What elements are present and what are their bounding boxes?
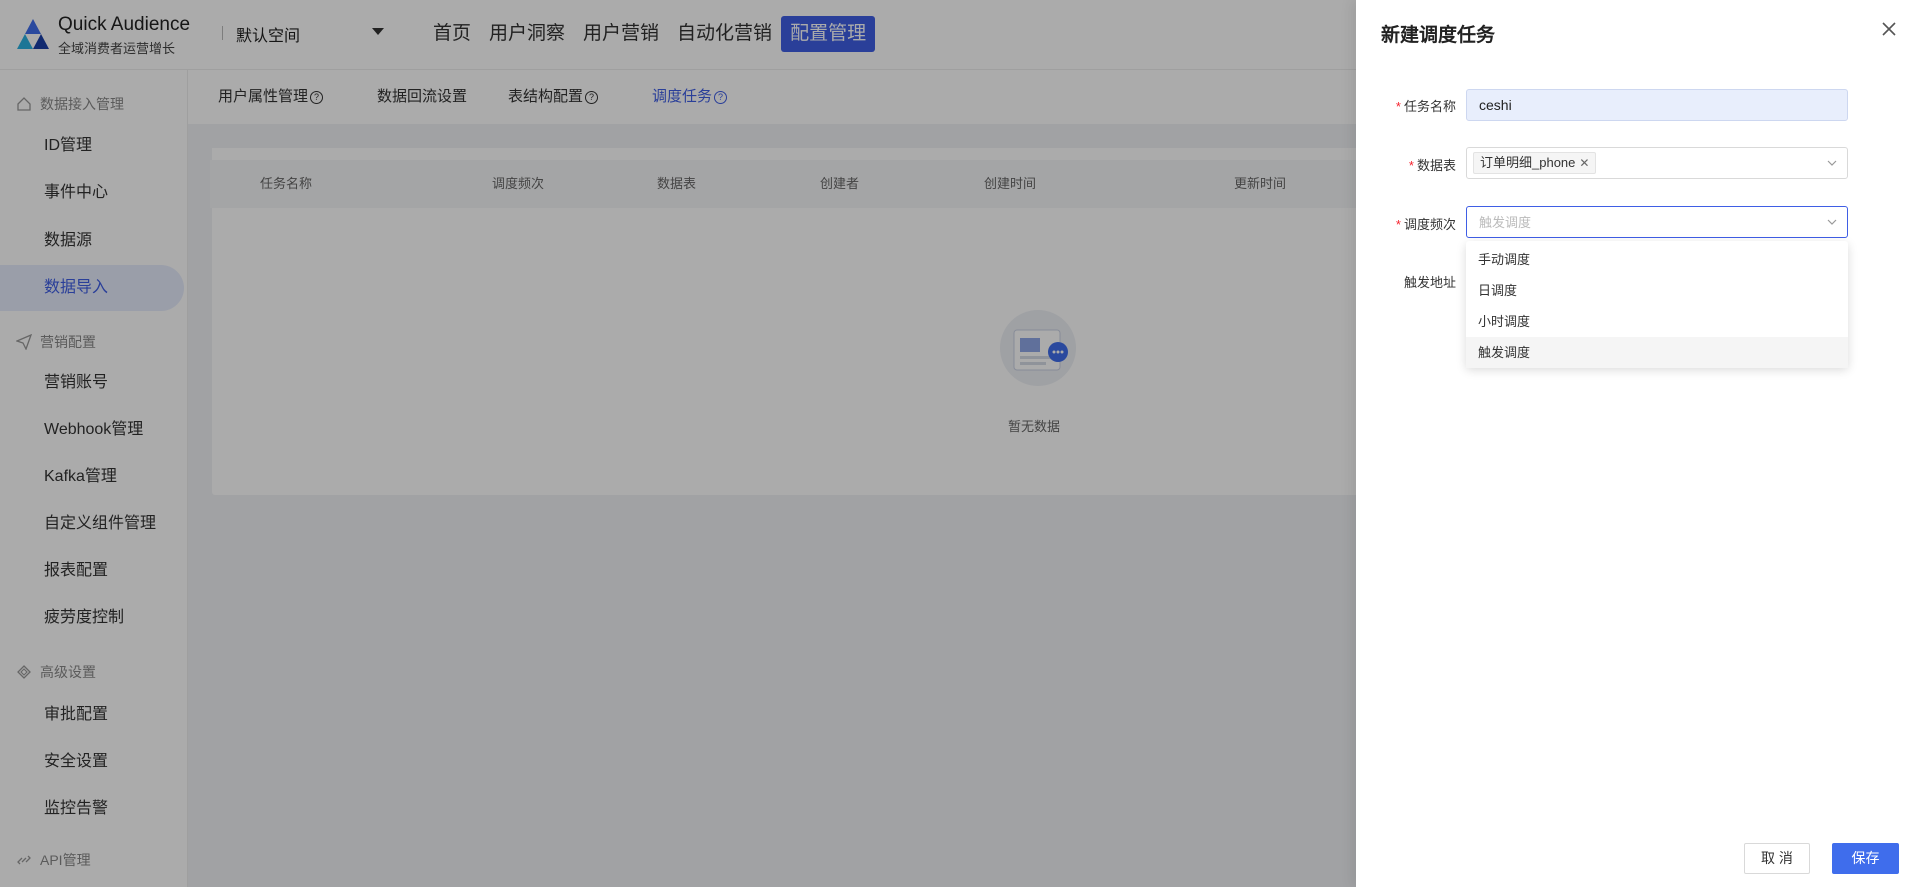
data-table-select[interactable]: 订单明细_phone ✕: [1466, 147, 1848, 179]
task-name-label: * 任务名称: [1395, 99, 1456, 114]
frequency-select[interactable]: 触发调度: [1466, 206, 1848, 238]
close-icon[interactable]: [1880, 20, 1898, 38]
frequency-dropdown: 手动调度 日调度 小时调度 触发调度: [1466, 241, 1848, 368]
option-hourly[interactable]: 小时调度: [1466, 306, 1848, 337]
drawer-title: 新建调度任务: [1381, 25, 1496, 46]
option-daily[interactable]: 日调度: [1466, 275, 1848, 306]
option-manual[interactable]: 手动调度: [1466, 244, 1848, 275]
data-table-label: * 数据表: [1408, 158, 1456, 173]
cancel-button[interactable]: 取 消: [1744, 843, 1810, 874]
modal-mask[interactable]: [0, 0, 1356, 887]
option-trigger[interactable]: 触发调度: [1466, 337, 1848, 368]
frequency-label: * 调度频次: [1395, 217, 1456, 232]
save-button[interactable]: 保存: [1832, 843, 1899, 874]
task-name-input[interactable]: ceshi: [1466, 89, 1848, 121]
frequency-placeholder: 触发调度: [1479, 215, 1532, 230]
task-name-value: ceshi: [1479, 97, 1512, 113]
chevron-down-icon: [1827, 160, 1837, 166]
new-schedule-task-drawer: 新建调度任务 * 任务名称 ceshi * 数据表 订单明细_phone ✕ * 调度…: [1356, 0, 1911, 887]
chevron-down-icon: [1827, 219, 1837, 225]
data-table-tag: 订单明细_phone ✕: [1473, 152, 1597, 174]
tag-close-icon[interactable]: ✕: [1579, 153, 1589, 173]
trigger-url-label: 触发地址: [1403, 275, 1456, 290]
